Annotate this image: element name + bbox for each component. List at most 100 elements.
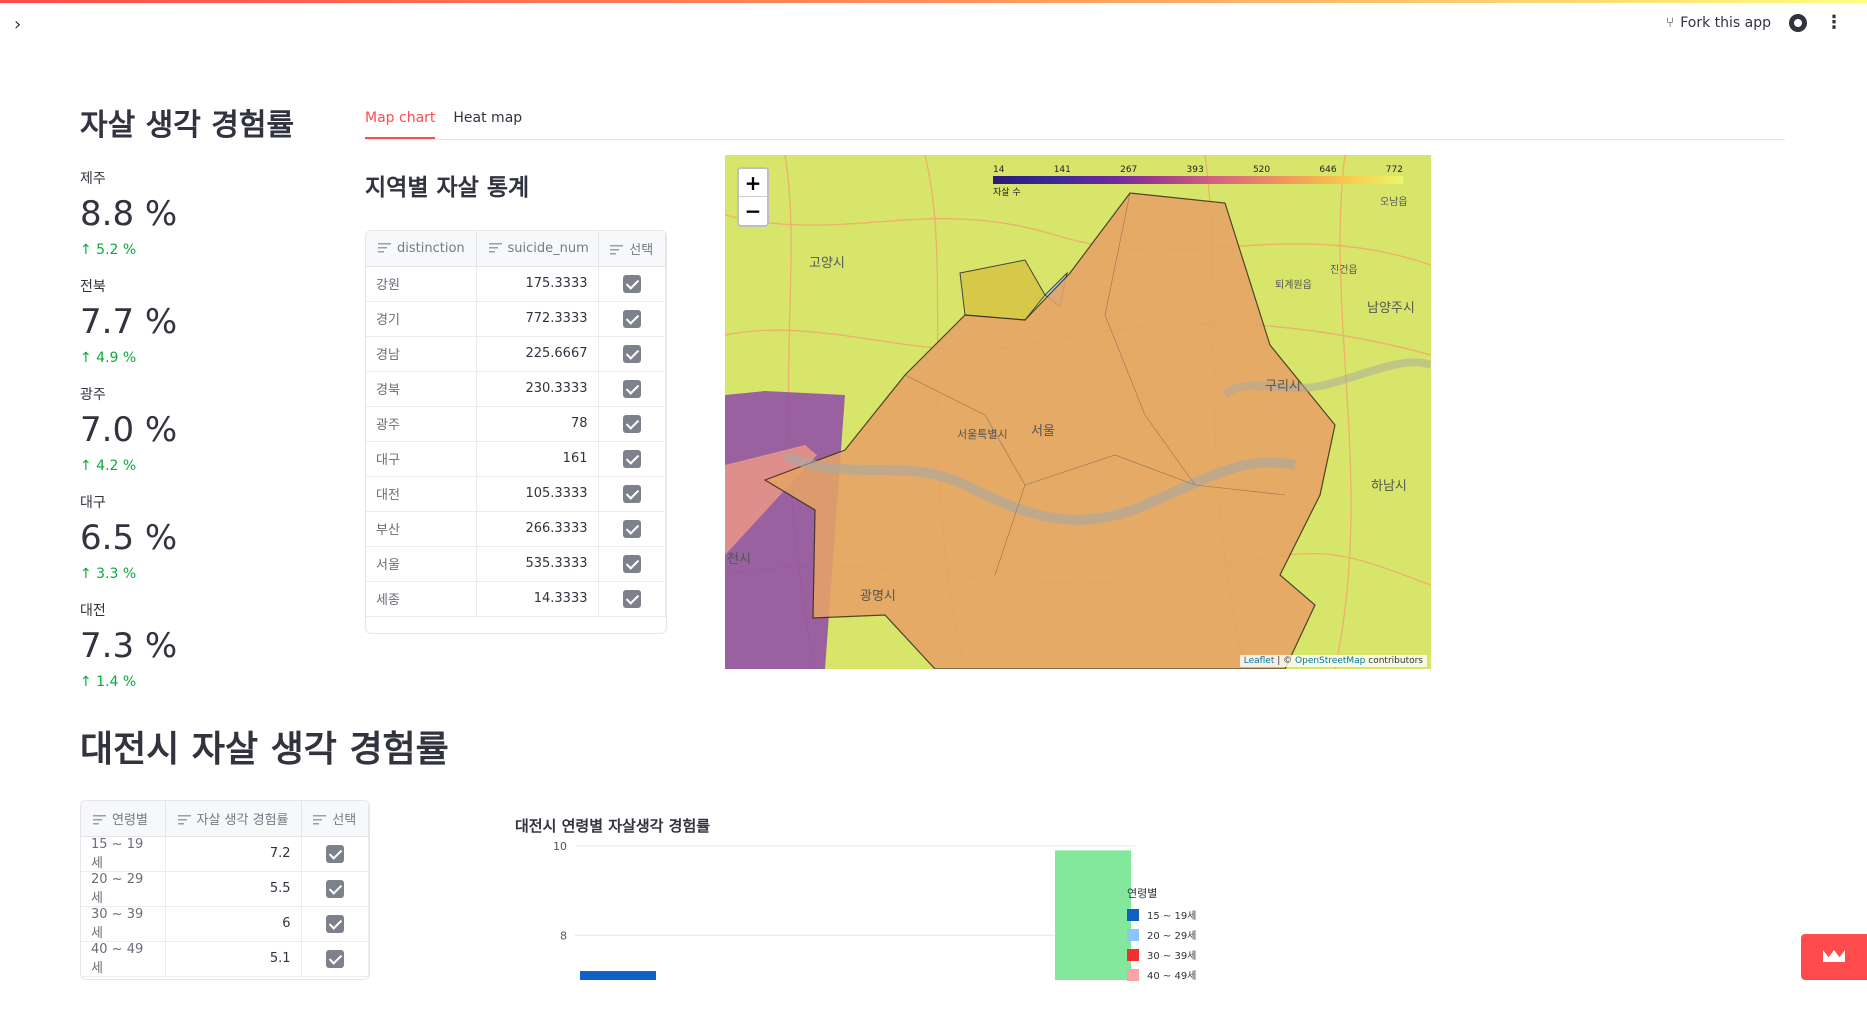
fork-button[interactable]: ⑂ Fork this app: [1666, 15, 1771, 31]
region-data-grid[interactable]: distinction suicide_num 선택 강원 175.3333 경기…: [365, 230, 667, 634]
select-checkbox[interactable]: [622, 379, 641, 398]
table-row[interactable]: 경기 772.3333: [366, 301, 666, 337]
fork-icon: ⑂: [1665, 15, 1675, 31]
svg-text:천시: 천시: [727, 551, 751, 566]
tab-heat-map[interactable]: Heat map: [453, 108, 522, 139]
legend-tick: 520: [1252, 165, 1271, 175]
chart-legend: 연령별 15 ~ 19세 20 ~ 29세 30 ~ 39세 40 ~ 49세: [1127, 885, 1196, 987]
fork-label: Fork this app: [1680, 15, 1771, 31]
metrics-title: 자살 생각 경험률: [80, 108, 295, 143]
table-row[interactable]: 대구 161: [366, 441, 666, 477]
region-section-title: 지역별 자살 통계: [365, 175, 530, 201]
table-row[interactable]: 서울 535.3333: [366, 546, 666, 582]
metrics-panel: 자살 생각 경험률 제주 8.8 % ↑ 5.2 % 전북 7.7 % ↑ 4.…: [80, 100, 320, 708]
select-checkbox[interactable]: [622, 589, 641, 608]
metric-delta: ↑ 3.3 %: [80, 566, 137, 582]
table-row[interactable]: 30 ~ 39세 6: [81, 906, 369, 942]
select-checkbox[interactable]: [325, 844, 344, 863]
map-attribution: Leaflet | © OpenStreetMap contributors: [1239, 655, 1427, 667]
text-column-icon: [610, 245, 624, 256]
metric-value: 7.0 %: [80, 410, 178, 450]
svg-text:서울: 서울: [1031, 423, 1055, 438]
column-header-select[interactable]: 선택: [301, 801, 369, 837]
legend-swatch: [1127, 948, 1139, 961]
metric: 제주 8.8 % ↑ 5.2 %: [80, 168, 320, 258]
y-tick-label: 8: [560, 929, 567, 942]
column-header-suicide-num[interactable]: suicide_num: [476, 231, 599, 267]
text-column-icon: [313, 815, 327, 826]
table-row[interactable]: 20 ~ 29세 5.5: [81, 871, 369, 907]
toolbar: ⑂ Fork this app ⋮: [1666, 14, 1843, 32]
select-checkbox[interactable]: [622, 449, 641, 468]
select-checkbox[interactable]: [622, 484, 641, 503]
legend-tick: 267: [1120, 165, 1138, 175]
table-row[interactable]: 40 ~ 49세 5.1: [81, 941, 369, 977]
metric: 광주 7.0 % ↑ 4.2 %: [80, 384, 320, 474]
text-column-icon: [488, 243, 502, 254]
table-row[interactable]: 광주 78: [366, 406, 666, 442]
legend-item[interactable]: 40 ~ 49세: [1127, 967, 1196, 982]
legend-tick: 14: [993, 165, 1005, 175]
text-column-icon: [93, 815, 106, 826]
daejeon-section-title: 대전시 자살 생각 경험률: [80, 729, 449, 770]
legend-item[interactable]: 15 ~ 19세: [1127, 907, 1196, 922]
map-canvas: 고양시 서울 서울특별시 구리시 남양주시 하남시 광명시 진건읍 퇴계원읍 오…: [725, 155, 1431, 669]
choropleth-map[interactable]: 고양시 서울 서울특별시 구리시 남양주시 하남시 광명시 진건읍 퇴계원읍 오…: [725, 155, 1431, 669]
metric: 대구 6.5 % ↑ 3.3 %: [80, 492, 320, 582]
leaflet-link[interactable]: Leaflet: [1244, 656, 1275, 666]
tab-bar: Map chart Heat map: [365, 108, 1785, 140]
tab-map-chart[interactable]: Map chart: [365, 108, 436, 139]
metric-delta: ↑ 4.2 %: [80, 458, 137, 474]
svg-text:남양주시: 남양주시: [1367, 300, 1415, 315]
metric-value: 7.3 %: [80, 626, 178, 666]
osm-link[interactable]: OpenStreetMap: [1295, 656, 1365, 666]
column-header-age[interactable]: 연령별: [81, 801, 166, 837]
svg-text:서울특별시: 서울특별시: [957, 428, 1008, 441]
daejeon-data-grid[interactable]: 연령별 자살 생각 경험률 선택 15 ~ 19세 7.2 20 ~ 29세 5.5…: [80, 800, 370, 980]
legend-swatch: [1127, 908, 1139, 921]
svg-text:광명시: 광명시: [860, 588, 896, 603]
metric-label: 광주: [80, 387, 106, 403]
table-row[interactable]: 부산 266.3333: [366, 511, 666, 547]
select-checkbox[interactable]: [622, 554, 641, 573]
select-checkbox[interactable]: [622, 519, 641, 538]
text-column-icon: [177, 815, 191, 826]
main-menu-icon[interactable]: ⋮: [1825, 14, 1843, 32]
github-icon[interactable]: [1789, 14, 1807, 32]
select-checkbox[interactable]: [622, 274, 641, 293]
svg-text:구리시: 구리시: [1265, 378, 1301, 393]
metric-delta: ↑ 5.2 %: [80, 242, 137, 258]
select-checkbox[interactable]: [622, 309, 641, 328]
select-checkbox[interactable]: [325, 949, 344, 968]
streamlit-badge-button[interactable]: [1801, 934, 1867, 980]
table-row[interactable]: 강원 175.3333: [366, 266, 666, 302]
y-tick-label: 10: [553, 840, 567, 853]
table-row[interactable]: 경남 225.6667: [366, 336, 666, 372]
legend-title: 연령별: [1127, 887, 1158, 900]
column-header-rate[interactable]: 자살 생각 경험률: [165, 801, 302, 837]
svg-text:하남시: 하남시: [1371, 478, 1407, 493]
column-header-select[interactable]: 선택: [598, 231, 666, 267]
legend-item[interactable]: 30 ~ 39세: [1127, 947, 1196, 962]
sidebar-expand-icon[interactable]: ›: [14, 14, 21, 35]
legend-item[interactable]: 20 ~ 29세: [1127, 927, 1196, 942]
map-zoom-control: + −: [737, 167, 769, 227]
legend-color-bar: [993, 176, 1403, 184]
legend-swatch: [1127, 928, 1139, 941]
select-checkbox[interactable]: [325, 879, 344, 898]
select-checkbox[interactable]: [622, 344, 641, 363]
table-row[interactable]: 세종 14.3333: [366, 581, 666, 617]
column-header-distinction[interactable]: distinction: [366, 231, 477, 267]
svg-text:퇴계원읍: 퇴계원읍: [1275, 279, 1312, 291]
zoom-out-button[interactable]: −: [739, 197, 767, 225]
legend-tick: 141: [1053, 165, 1071, 175]
zoom-in-button[interactable]: +: [739, 169, 767, 197]
table-row[interactable]: 대전 105.3333: [366, 476, 666, 512]
select-checkbox[interactable]: [325, 914, 344, 933]
top-decoration-line: [0, 0, 1867, 3]
legend-tick: 646: [1319, 165, 1337, 175]
table-row[interactable]: 15 ~ 19세 7.2: [81, 836, 369, 872]
select-checkbox[interactable]: [622, 414, 641, 433]
metric-label: 대전: [80, 603, 106, 619]
table-row[interactable]: 경북 230.3333: [366, 371, 666, 407]
